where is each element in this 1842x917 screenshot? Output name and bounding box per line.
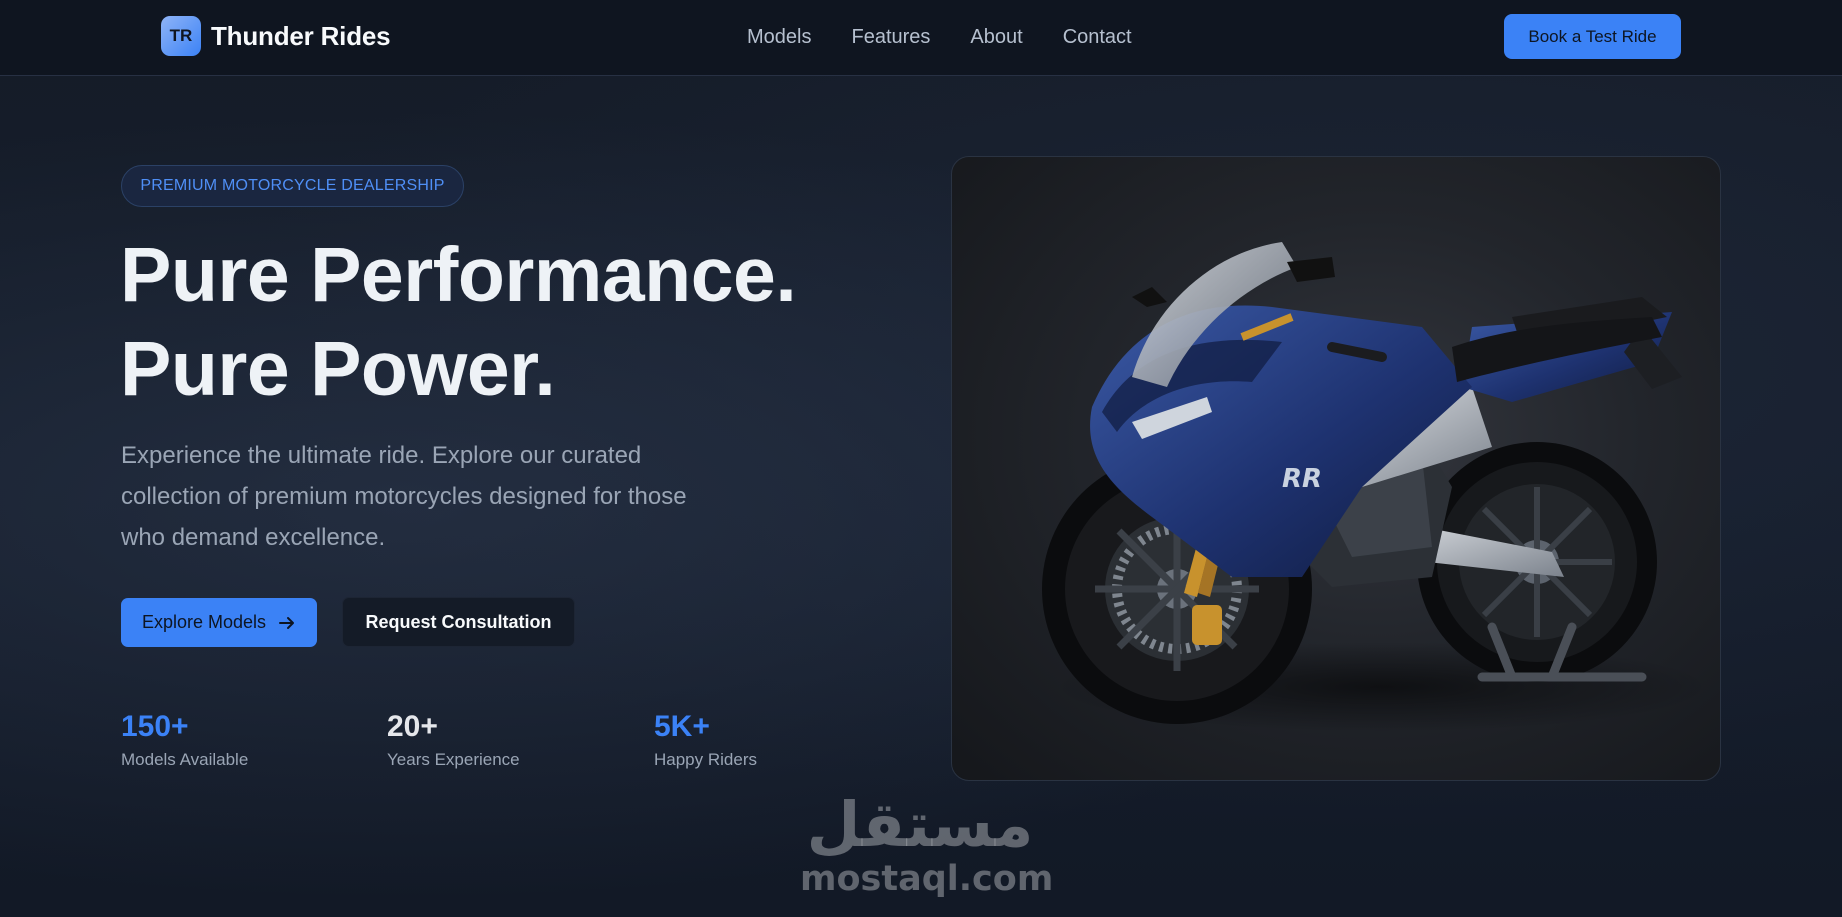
- svg-text:RR: RR: [1282, 464, 1322, 494]
- stat-value: 150+: [121, 710, 189, 743]
- arrow-right-icon: [278, 614, 296, 632]
- nav-link-models[interactable]: Models: [747, 26, 811, 49]
- brand-badge: TR: [161, 16, 201, 56]
- hero-motorcycle-image: RR: [951, 156, 1721, 781]
- hero-description: Experience the ultimate ride. Explore ou…: [121, 442, 687, 551]
- watermark: مستقل mostaql.com: [800, 788, 1054, 899]
- nav-link-about[interactable]: About: [970, 26, 1022, 49]
- stat-value: 20+: [387, 710, 438, 743]
- explore-models-button[interactable]: Explore Models: [121, 598, 317, 647]
- watermark-latin: mostaql.com: [800, 859, 1054, 899]
- stat-label: Happy Riders: [654, 750, 757, 769]
- headline-line-1: Pure Performance.: [120, 232, 797, 318]
- brand-name: Thunder Rides: [211, 20, 391, 51]
- explore-models-label: Explore Models: [141, 612, 267, 632]
- motorcycle-illustration: RR: [1042, 242, 1712, 732]
- brand-logo[interactable]: TR Thunder Rides: [161, 16, 391, 56]
- headline-line-2: Pure Power.: [120, 326, 556, 412]
- top-navigation-bar: TR Thunder Rides Models Features About C…: [0, 0, 1842, 76]
- stat-riders: 5K+ Happy Riders: [654, 708, 757, 770]
- watermark-arabic: مستقل: [806, 788, 1034, 861]
- dealership-badge: PREMIUM MOTORCYCLE DEALERSHIP: [121, 165, 464, 207]
- request-consultation-button[interactable]: Request Consultation: [342, 597, 575, 647]
- hero-headline: Pure Performance. Pure Power.: [120, 228, 797, 416]
- stat-value: 5K+: [654, 710, 710, 743]
- stat-label: Models Available: [121, 750, 249, 769]
- stat-label: Years Experience: [387, 750, 520, 769]
- stat-experience: 20+ Years Experience: [387, 708, 520, 770]
- nav-link-features[interactable]: Features: [851, 26, 930, 49]
- nav-link-contact[interactable]: Contact: [1063, 26, 1132, 49]
- book-test-ride-button[interactable]: Book a Test Ride: [1504, 14, 1681, 59]
- main-nav: Models Features About Contact: [747, 22, 1132, 52]
- stat-models: 150+ Models Available: [121, 708, 248, 770]
